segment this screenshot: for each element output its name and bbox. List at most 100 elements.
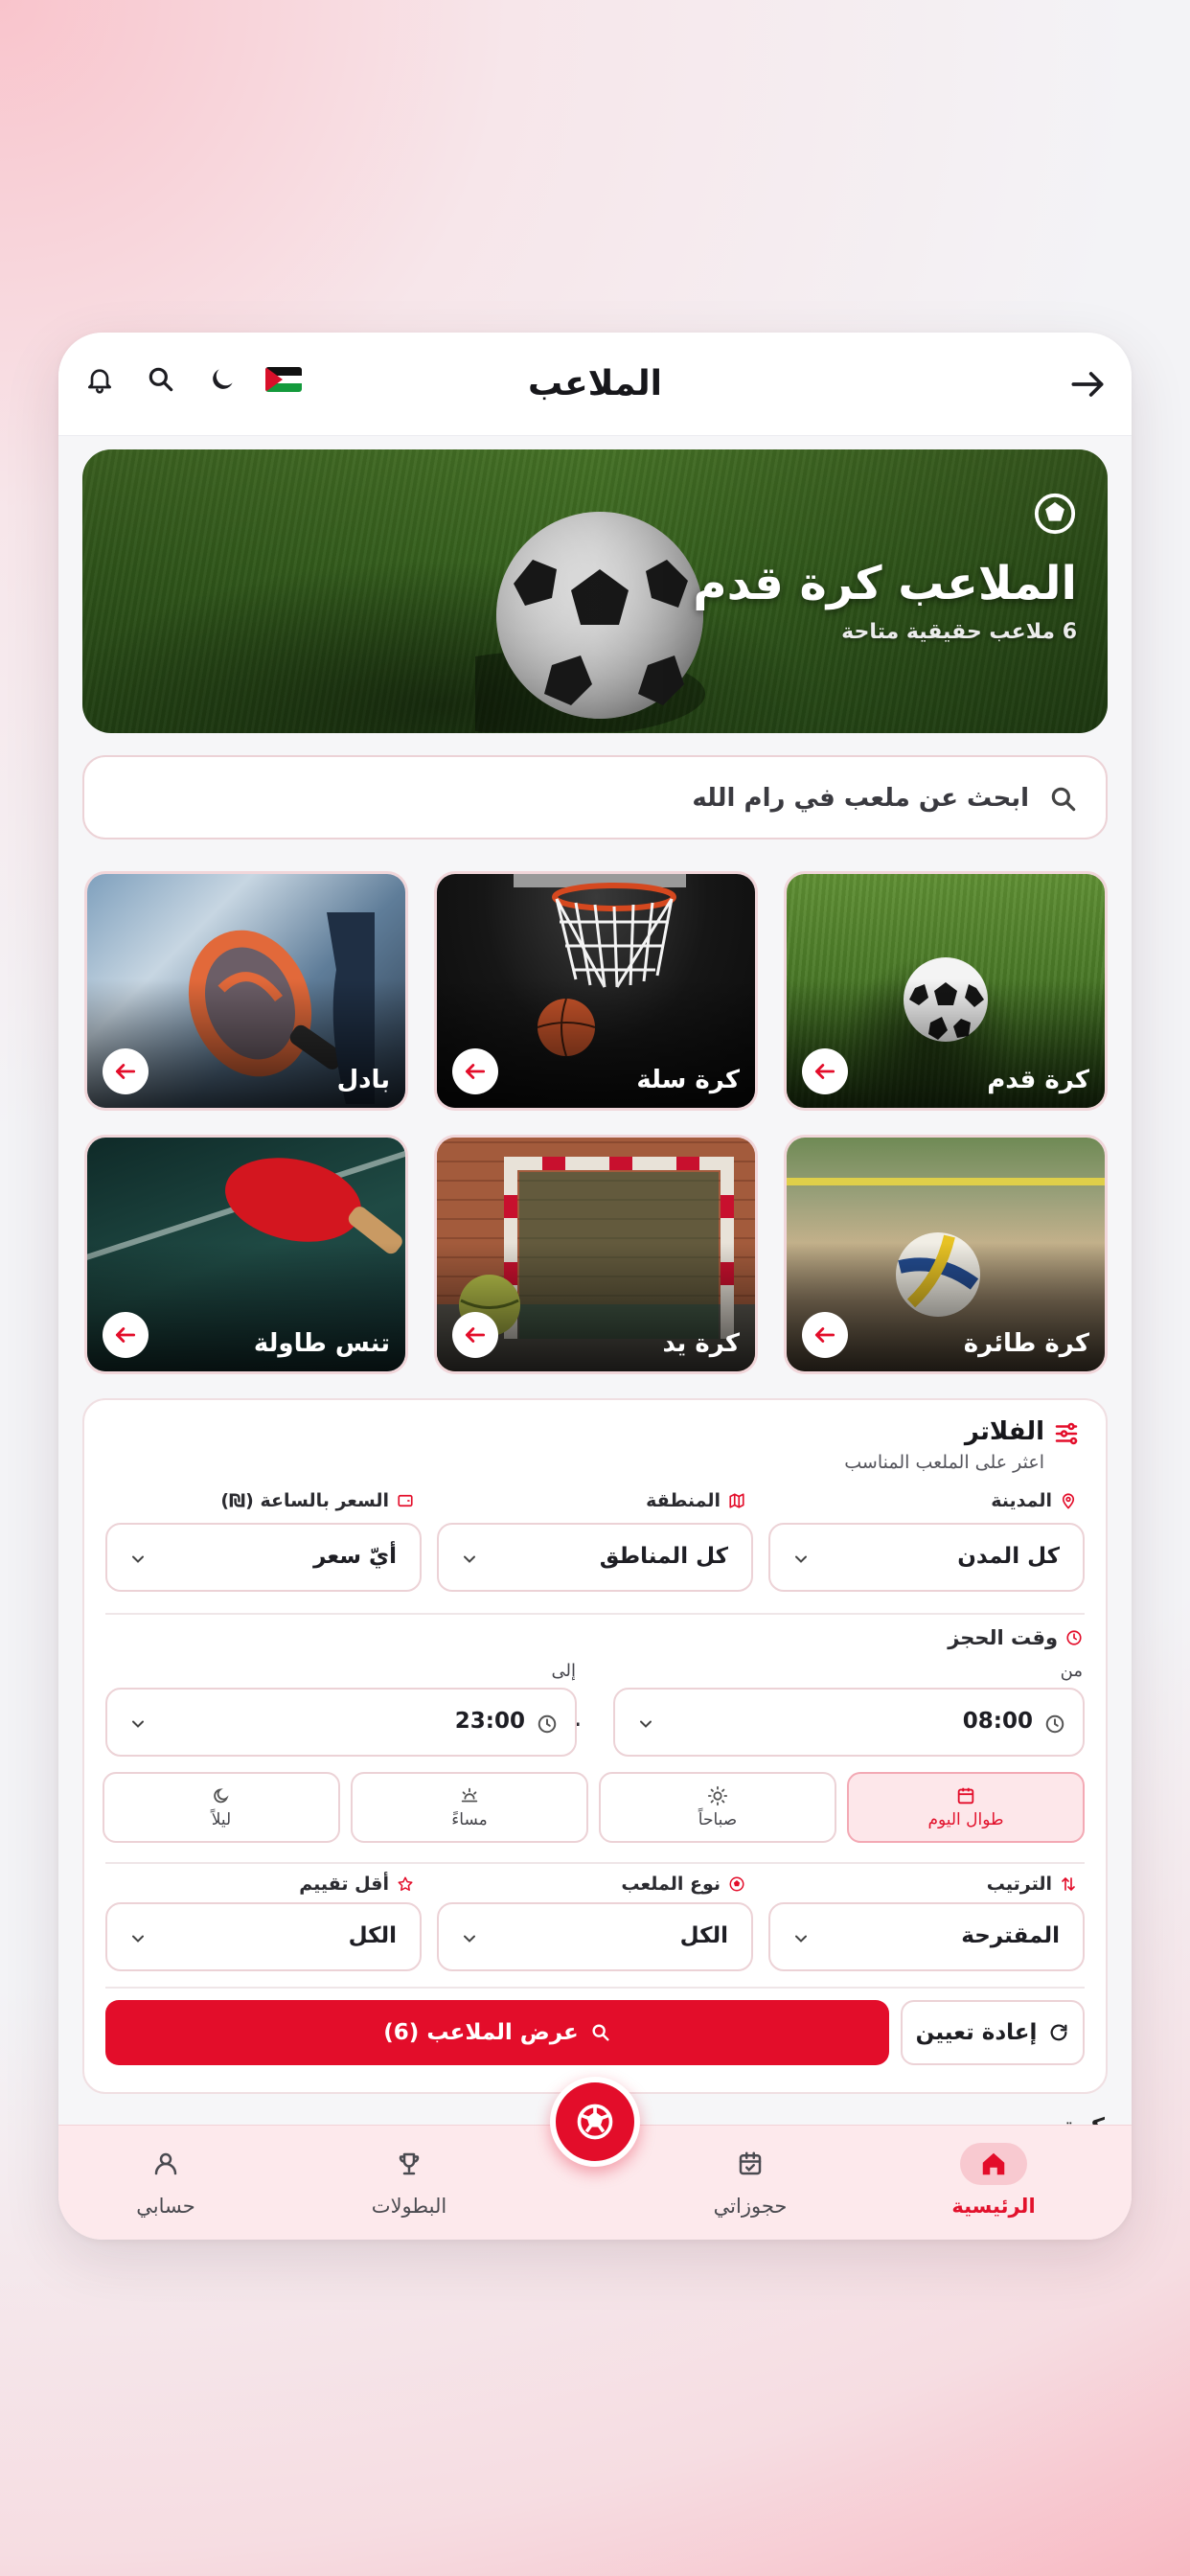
user-icon <box>154 2152 177 2175</box>
period-label: ليلاً <box>211 1810 232 1829</box>
arrow-right-icon <box>1071 372 1104 397</box>
notifications-button[interactable] <box>81 361 118 398</box>
price-label-text: السعر بالساعة (₪) <box>220 1490 389 1511</box>
sport-card-volleyball[interactable]: كرة طائرة <box>784 1135 1108 1374</box>
rating-label-text: أقل تقييم <box>299 1874 389 1895</box>
arrow-left-icon <box>814 1064 835 1079</box>
field-type-select-value: الكل <box>679 1923 728 1948</box>
nav-home[interactable]: الرئيسية <box>917 2143 1070 2229</box>
sort-filter-label: الترتيب <box>987 1874 1077 1895</box>
hero-title: الملاعب كرة قدم <box>693 557 1077 610</box>
nav-tournaments[interactable]: البطولات <box>332 2143 486 2229</box>
arrow-left-icon <box>814 1327 835 1343</box>
sort-select[interactable]: المقترحة <box>768 1902 1085 1971</box>
open-button[interactable] <box>802 1312 848 1358</box>
back-button[interactable] <box>1066 363 1109 405</box>
header-actions <box>81 361 302 398</box>
open-button[interactable] <box>452 1312 498 1358</box>
sport-card-handball[interactable]: كرة يد <box>434 1135 758 1374</box>
city-label-text: المدينة <box>991 1490 1052 1511</box>
nav-tournaments-pill <box>376 2143 443 2185</box>
arrow-left-icon <box>465 1327 486 1343</box>
price-select[interactable]: أيّ سعر <box>105 1523 422 1592</box>
hero-banner: الملاعب كرة قدم 6 ملاعب حقيقية متاحة <box>82 449 1108 733</box>
sport-card-label: كرة سلة <box>636 1066 740 1094</box>
field-type-select[interactable]: الكل <box>437 1902 753 1971</box>
sort-icon <box>1062 1876 1075 1892</box>
moon-icon <box>214 1788 229 1804</box>
nav-account[interactable]: حسابي <box>89 2143 242 2229</box>
sport-card-padel[interactable]: بادل <box>84 871 408 1111</box>
period-night[interactable]: ليلاً <box>103 1772 340 1843</box>
rating-select-value: الكل <box>348 1923 397 1948</box>
chevron-down-icon <box>795 1555 807 1563</box>
divider <box>105 1613 1085 1615</box>
period-label: صباحاً <box>698 1810 738 1829</box>
to-time-select[interactable]: 23:00 <box>105 1688 577 1757</box>
sport-card-label: كرة قدم <box>987 1066 1089 1094</box>
nav-bookings[interactable]: حجوزاتي <box>674 2143 827 2229</box>
sport-card-table-tennis[interactable]: تنس طاولة <box>84 1135 408 1374</box>
reset-button[interactable]: إعادة تعيين <box>901 2000 1085 2065</box>
search-button[interactable] <box>143 361 179 398</box>
sliders-icon <box>1055 1422 1078 1445</box>
theme-toggle[interactable] <box>204 361 240 398</box>
period-evening[interactable]: مساءً <box>351 1772 588 1843</box>
search-icon <box>1051 787 1076 812</box>
from-time-value: 08:00 <box>962 1709 1033 1734</box>
show-fields-label: عرض الملاعب (6) <box>383 2020 579 2045</box>
language-flag-button[interactable] <box>265 361 302 398</box>
arrow-left-icon <box>115 1327 136 1343</box>
open-button[interactable] <box>802 1048 848 1094</box>
fields-fab-button[interactable] <box>550 2077 640 2167</box>
filters-subtitle: اعثر على الملعب المناسب <box>844 1452 1044 1473</box>
to-label: إلى <box>551 1661 577 1681</box>
open-button[interactable] <box>103 1048 149 1094</box>
sort-select-value: المقترحة <box>961 1923 1060 1948</box>
search-placeholder: ابحث عن ملعب في رام الله <box>692 784 1029 813</box>
chevron-down-icon <box>464 1555 475 1563</box>
reset-label: إعادة تعيين <box>915 2020 1038 2045</box>
soccer-ball-icon <box>729 1876 744 1892</box>
hero-subtitle: 6 ملاعب حقيقية متاحة <box>841 620 1077 644</box>
sort-label-text: الترتيب <box>986 1874 1052 1895</box>
rating-select[interactable]: الكل <box>105 1902 422 1971</box>
filters-panel: الفلاتر اعثر على الملعب المناسب المدينة … <box>82 1398 1108 2094</box>
area-filter-label: المنطقة <box>646 1490 745 1511</box>
clock-icon <box>1066 1630 1082 1645</box>
app-window: الملاعب الملاعب كرة قدم 6 ملاعب حقيقية م… <box>58 333 1132 2240</box>
chevron-down-icon <box>464 1935 475 1943</box>
nav-home-pill <box>960 2143 1027 2185</box>
city-select[interactable]: كل المدن <box>768 1523 1085 1592</box>
booking-time-text: وقت الحجز <box>948 1626 1058 1649</box>
divider <box>105 1862 1085 1864</box>
sport-card-basketball[interactable]: كرة سلة <box>434 871 758 1111</box>
show-fields-button[interactable]: عرض الملاعب (6) <box>105 2000 889 2065</box>
open-button[interactable] <box>452 1048 498 1094</box>
period-all-day[interactable]: طوال اليوم <box>847 1772 1085 1843</box>
booking-time-label: وقت الحجز <box>948 1626 1083 1649</box>
search-icon <box>592 2024 609 2041</box>
area-select-value: كل المناطق <box>599 1544 728 1569</box>
period-morning[interactable]: صباحاً <box>599 1772 836 1843</box>
open-button[interactable] <box>103 1312 149 1358</box>
area-label-text: المنطقة <box>646 1490 721 1511</box>
chevron-down-icon <box>795 1935 807 1943</box>
city-select-value: كل المدن <box>957 1544 1060 1569</box>
map-icon <box>729 1493 744 1508</box>
from-time-select[interactable]: 08:00 <box>613 1688 1085 1757</box>
city-filter-label: المدينة <box>991 1490 1077 1511</box>
chevron-down-icon <box>132 1555 144 1563</box>
sport-card-football[interactable]: كرة قدم <box>784 871 1108 1111</box>
nav-label: حجوزاتي <box>713 2195 788 2218</box>
refresh-icon <box>1050 2024 1067 2041</box>
soccer-ball-icon <box>1034 493 1076 535</box>
arrow-left-icon <box>465 1064 486 1079</box>
palestine-flag-icon <box>265 367 302 392</box>
chevron-down-icon <box>640 1720 652 1728</box>
area-select[interactable]: كل المناطق <box>437 1523 753 1592</box>
soccer-ball-icon <box>577 2104 613 2140</box>
sun-icon <box>707 1785 728 1806</box>
search-input[interactable]: ابحث عن ملعب في رام الله <box>82 755 1108 840</box>
nav-account-pill <box>132 2143 199 2185</box>
